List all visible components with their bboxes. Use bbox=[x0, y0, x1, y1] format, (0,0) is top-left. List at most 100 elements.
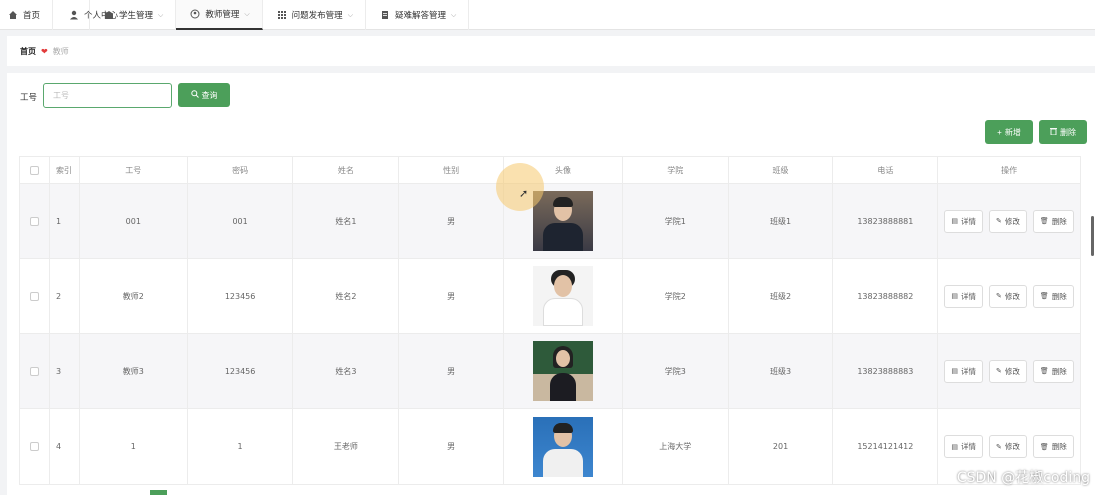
chevron-down-icon: ⌵ bbox=[347, 10, 353, 19]
detail-label: 详情 bbox=[961, 442, 977, 451]
cell-class: 班级3 bbox=[729, 334, 834, 408]
nav-item-student-management[interactable]: 学生管理 ⌵ bbox=[90, 0, 177, 30]
row-checkbox[interactable] bbox=[29, 366, 39, 376]
add-button[interactable]: + 新增 bbox=[985, 120, 1033, 144]
select-all-checkbox[interactable] bbox=[29, 165, 39, 175]
edit-label: 修改 bbox=[1004, 291, 1020, 301]
user-icon bbox=[69, 10, 79, 20]
edit-icon: ✎ bbox=[996, 367, 1002, 375]
student-icon bbox=[104, 10, 114, 20]
delete-button[interactable]: 🗑 删除 bbox=[1032, 209, 1074, 233]
cell-class: 201 bbox=[729, 409, 834, 484]
heart-icon: ❤ bbox=[41, 46, 48, 56]
breadcrumb-home[interactable]: 首页 bbox=[20, 46, 36, 57]
table-row: 3 教师3 123456 姓名3 男 学院3 班级3 13823888883 ▤… bbox=[20, 334, 1080, 409]
cell-gender: 男 bbox=[399, 259, 505, 333]
detail-label: 详情 bbox=[961, 366, 977, 376]
cell-actions: ▤ 详情 ✎ 修改 🗑 删除 bbox=[938, 259, 1080, 333]
avatar-hair bbox=[552, 197, 573, 207]
search-input[interactable] bbox=[43, 83, 172, 108]
cell-password: 1 bbox=[188, 409, 294, 484]
chevron-down-icon: ⌵ bbox=[451, 10, 457, 19]
chevron-down-icon: ⌵ bbox=[158, 10, 164, 19]
mouse-cursor-icon: ➚ bbox=[519, 187, 529, 200]
pagination-current-page[interactable] bbox=[150, 490, 167, 495]
nav-item-question-management[interactable]: 问题发布管理 ⌵ bbox=[263, 0, 366, 30]
cell-college: 学院3 bbox=[623, 334, 729, 408]
edit-button[interactable]: ✎ 修改 bbox=[989, 284, 1027, 308]
trash-icon: 🗑 bbox=[1039, 367, 1049, 375]
cell-avatar bbox=[504, 259, 623, 333]
table-row: 4 1 1 王老师 男 上海大学 201 15214121412 ▤ 详情 ✎ 修改… bbox=[20, 409, 1080, 484]
row-checkbox[interactable] bbox=[29, 442, 39, 451]
document-icon: ▤ bbox=[951, 442, 959, 451]
delete-button[interactable]: 🗑 删除 bbox=[1032, 284, 1074, 308]
detail-label: 详情 bbox=[961, 291, 977, 301]
edit-button[interactable]: ✎ 修改 bbox=[989, 209, 1027, 233]
cell-actions: ▤ 详情 ✎ 修改 🗑 删除 bbox=[938, 334, 1080, 408]
avatar-body bbox=[542, 223, 583, 251]
cell-gender: 男 bbox=[399, 409, 505, 484]
cell-actions: ▤ 详情 ✎ 修改 🗑 删除 bbox=[938, 184, 1080, 258]
cell-gender: 男 bbox=[399, 334, 505, 408]
delete-button[interactable]: 🗑 删除 bbox=[1032, 435, 1074, 458]
edit-button[interactable]: ✎ 修改 bbox=[989, 359, 1027, 383]
edit-icon: ✎ bbox=[996, 442, 1002, 451]
watermark: CSDN @花椒coding bbox=[956, 470, 1090, 486]
avatar bbox=[532, 416, 593, 477]
nav-item-teacher-management[interactable]: 教师管理 ⌵ bbox=[176, 0, 263, 30]
avatar bbox=[532, 191, 593, 251]
detail-button[interactable]: ▤ 详情 bbox=[944, 359, 984, 383]
delete-label: 删除 bbox=[1051, 216, 1067, 226]
row-checkbox-cell bbox=[20, 259, 50, 333]
cell-name: 姓名1 bbox=[293, 184, 400, 258]
column-header: 密码 bbox=[188, 157, 294, 183]
trash-icon bbox=[1050, 127, 1057, 137]
nav-item-label: 疑难解答管理 bbox=[395, 11, 447, 21]
cell-college: 学院2 bbox=[623, 259, 729, 333]
cell-index: 1 bbox=[50, 184, 80, 258]
edit-icon: ✎ bbox=[996, 292, 1002, 300]
column-header: 学院 bbox=[623, 157, 729, 183]
column-header: 操作 bbox=[1001, 165, 1018, 175]
detail-button[interactable]: ▤ 详情 bbox=[944, 284, 984, 308]
top-nav: 首页 个人中心 ⌵ 学生管理 ⌵ 教师管理 ⌵ 问题发布管理 ⌵ 疑难解答管理 … bbox=[0, 0, 1095, 30]
row-checkbox[interactable] bbox=[29, 291, 39, 301]
detail-label: 详情 bbox=[961, 216, 977, 226]
delete-label: 删除 bbox=[1051, 442, 1067, 451]
cell-employee-no: 001 bbox=[80, 184, 188, 258]
cell-index: 3 bbox=[50, 334, 80, 408]
cell-college: 上海大学 bbox=[623, 409, 729, 484]
trash-icon: 🗑 bbox=[1039, 442, 1049, 451]
avatar-body bbox=[542, 298, 583, 326]
header-checkbox-cell bbox=[20, 157, 50, 183]
search-button-label: 查询 bbox=[201, 90, 218, 100]
breadcrumb-current: 教师 bbox=[52, 46, 69, 56]
table-row: 2 教师2 123456 姓名2 男 学院2 班级2 13823888882 ▤… bbox=[20, 259, 1080, 334]
trash-icon: 🗑 bbox=[1039, 217, 1049, 225]
cell-phone: 13823888881 bbox=[833, 184, 939, 258]
edit-button[interactable]: ✎ 修改 bbox=[989, 435, 1027, 458]
nav-item-faq-management[interactable]: 疑难解答管理 ⌵ bbox=[366, 0, 470, 30]
row-checkbox[interactable] bbox=[29, 216, 39, 226]
cell-avatar bbox=[504, 334, 623, 408]
delete-button[interactable]: 🗑 删除 bbox=[1032, 359, 1074, 383]
batch-delete-button[interactable]: 删除 bbox=[1039, 120, 1087, 144]
document-icon: ▤ bbox=[951, 292, 959, 300]
home-icon bbox=[8, 10, 18, 20]
cell-gender: 男 bbox=[399, 184, 505, 258]
scrollbar[interactable] bbox=[1091, 216, 1094, 256]
column-header: 工号 bbox=[80, 157, 188, 183]
cell-class: 班级1 bbox=[729, 184, 834, 258]
cell-index: 2 bbox=[50, 259, 80, 333]
detail-button[interactable]: ▤ 详情 bbox=[944, 435, 984, 458]
detail-button[interactable]: ▤ 详情 bbox=[944, 209, 984, 233]
cell-class: 班级2 bbox=[729, 259, 834, 333]
avatar bbox=[532, 266, 593, 326]
column-header: 索引 bbox=[50, 157, 80, 183]
row-checkbox-cell bbox=[20, 409, 50, 484]
edit-label: 修改 bbox=[1004, 442, 1020, 451]
row-checkbox-cell bbox=[20, 184, 50, 258]
trash-icon: 🗑 bbox=[1039, 292, 1049, 300]
search-button[interactable]: 查询 bbox=[178, 83, 230, 107]
